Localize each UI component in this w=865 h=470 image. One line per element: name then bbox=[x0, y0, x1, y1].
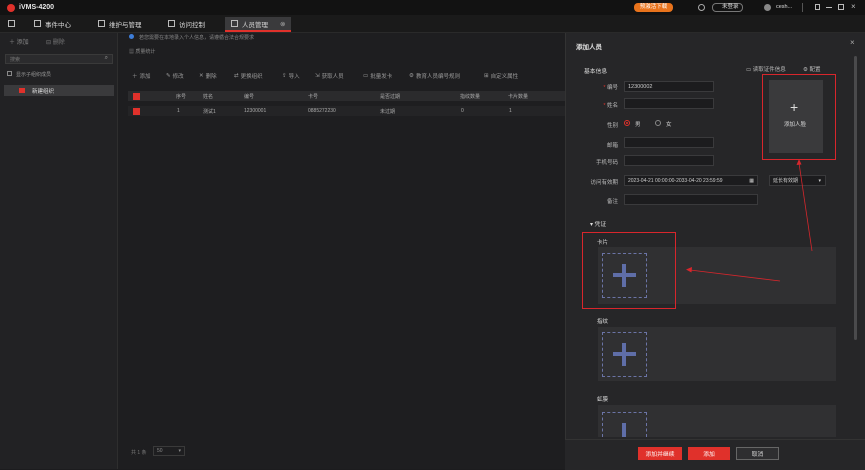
add-button[interactable]: 添加 bbox=[688, 447, 730, 460]
arrow-head-face bbox=[796, 159, 802, 165]
arrow-to-face bbox=[798, 162, 813, 252]
cancel-button[interactable]: 取消 bbox=[736, 447, 779, 460]
add-and-continue-button[interactable]: 添加并继续 bbox=[638, 447, 682, 460]
annotation-arrows bbox=[686, 159, 813, 282]
arrow-to-card bbox=[689, 269, 781, 282]
arrow-head-card bbox=[686, 267, 692, 273]
